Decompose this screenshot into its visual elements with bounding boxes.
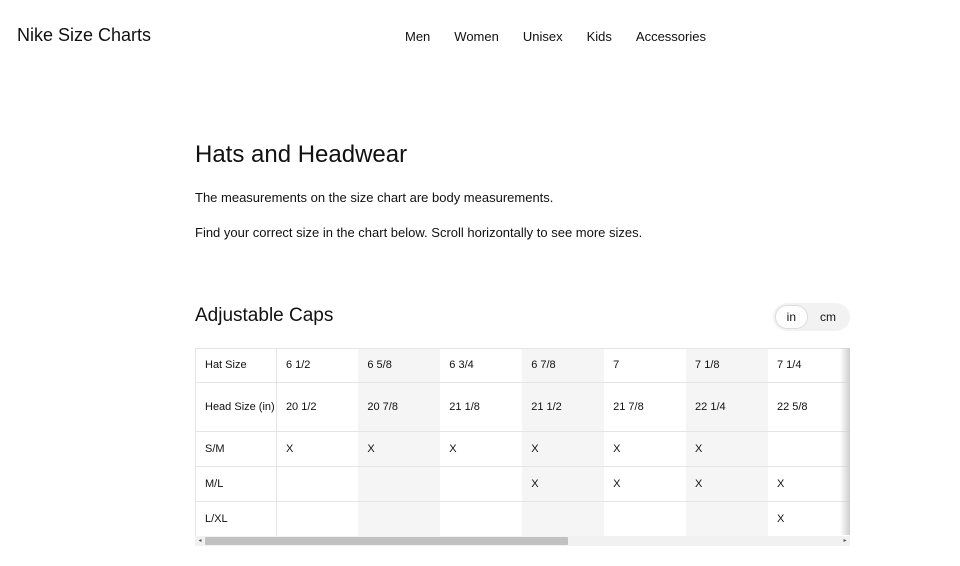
table-cell: 6 1/2 [276,348,359,383]
table-cell: X [276,431,359,467]
table-cell: 7 1/8 [686,348,768,383]
table-cell [440,466,523,502]
table-row: Head Size (in) 20 1/2 20 7/8 21 1/8 21 1/2 21… [195,382,850,432]
table-cell: 6 3/4 [440,348,523,383]
row-header: S/M [195,431,277,467]
table-cell: 6 5/8 [358,348,441,383]
table-cell: X [767,466,850,502]
table-cell: 7 [604,348,687,383]
table-cell: 6 7/8 [522,348,605,383]
row-header: Head Size (in) [195,382,277,432]
table-cell [767,431,850,467]
row-header: L/XL [195,501,277,537]
intro-text-measurements: The measurements on the size chart are b… [195,190,554,205]
unit-cm-button[interactable]: cm [808,305,848,329]
size-table-scroll-area[interactable]: Hat Size 6 1/2 6 5/8 6 3/4 6 7/8 7 7 1/8 7 1/4 H… [195,348,850,546]
table-cell: 20 1/2 [276,382,359,432]
table-cell: X [686,431,768,467]
table-cell [604,501,687,537]
table-row: M/L X X X X [195,466,850,502]
table-cell: 22 1/4 [686,382,768,432]
main-content: Hats and Headwear The measurements on th… [195,140,850,241]
table-cell [358,466,441,502]
table-cell: 7 1/4 [767,348,850,383]
scroll-right-arrow-icon[interactable]: ▸ [840,536,850,546]
section-title: Adjustable Caps [195,305,334,326]
nav-accessories[interactable]: Accessories [636,29,706,45]
table-row: L/XL X [195,501,850,537]
table-cell: 21 7/8 [604,382,687,432]
table-cell: 22 5/8 [767,382,850,432]
page-title: Hats and Headwear [195,141,408,168]
table-cell: 20 7/8 [358,382,441,432]
nav-kids[interactable]: Kids [587,29,612,45]
table-cell: 21 1/2 [522,382,605,432]
scrollbar-thumb[interactable] [205,537,568,545]
table-cell [358,501,441,537]
table-cell [522,501,605,537]
table-cell: X [522,431,605,467]
table-cell: X [522,466,605,502]
scroll-fade-edge [840,348,850,535]
table-cell [440,501,523,537]
nav-women[interactable]: Women [454,29,499,45]
table-row: S/M X X X X X X [195,431,850,467]
size-table: Hat Size 6 1/2 6 5/8 6 3/4 6 7/8 7 7 1/8 7 1/4 H… [195,348,850,537]
table-row: Hat Size 6 1/2 6 5/8 6 3/4 6 7/8 7 7 1/8 7 1/4 [195,348,850,383]
table-cell: X [686,466,768,502]
section-header: Adjustable Caps in cm [195,302,850,332]
table-cell: X [358,431,441,467]
site-logo-text[interactable]: Nike Size Charts [17,24,151,46]
table-cell: X [767,501,850,537]
table-cell: 21 1/8 [440,382,523,432]
top-navigation: Men Women Unisex Kids Accessories [405,29,706,45]
table-cell [276,501,359,537]
intro-text-scroll: Find your correct size in the chart belo… [195,225,643,240]
row-header: M/L [195,466,277,502]
table-cell: X [604,431,687,467]
row-header: Hat Size [195,348,277,383]
unit-toggle: in cm [772,303,850,331]
table-cell [276,466,359,502]
scroll-left-arrow-icon[interactable]: ◂ [195,536,205,546]
horizontal-scrollbar[interactable]: ◂ ▸ [195,536,850,546]
table-cell: X [440,431,523,467]
unit-in-button[interactable]: in [774,305,808,329]
table-cell [686,501,768,537]
table-cell: X [604,466,687,502]
nav-men[interactable]: Men [405,29,430,45]
nav-unisex[interactable]: Unisex [523,29,563,45]
